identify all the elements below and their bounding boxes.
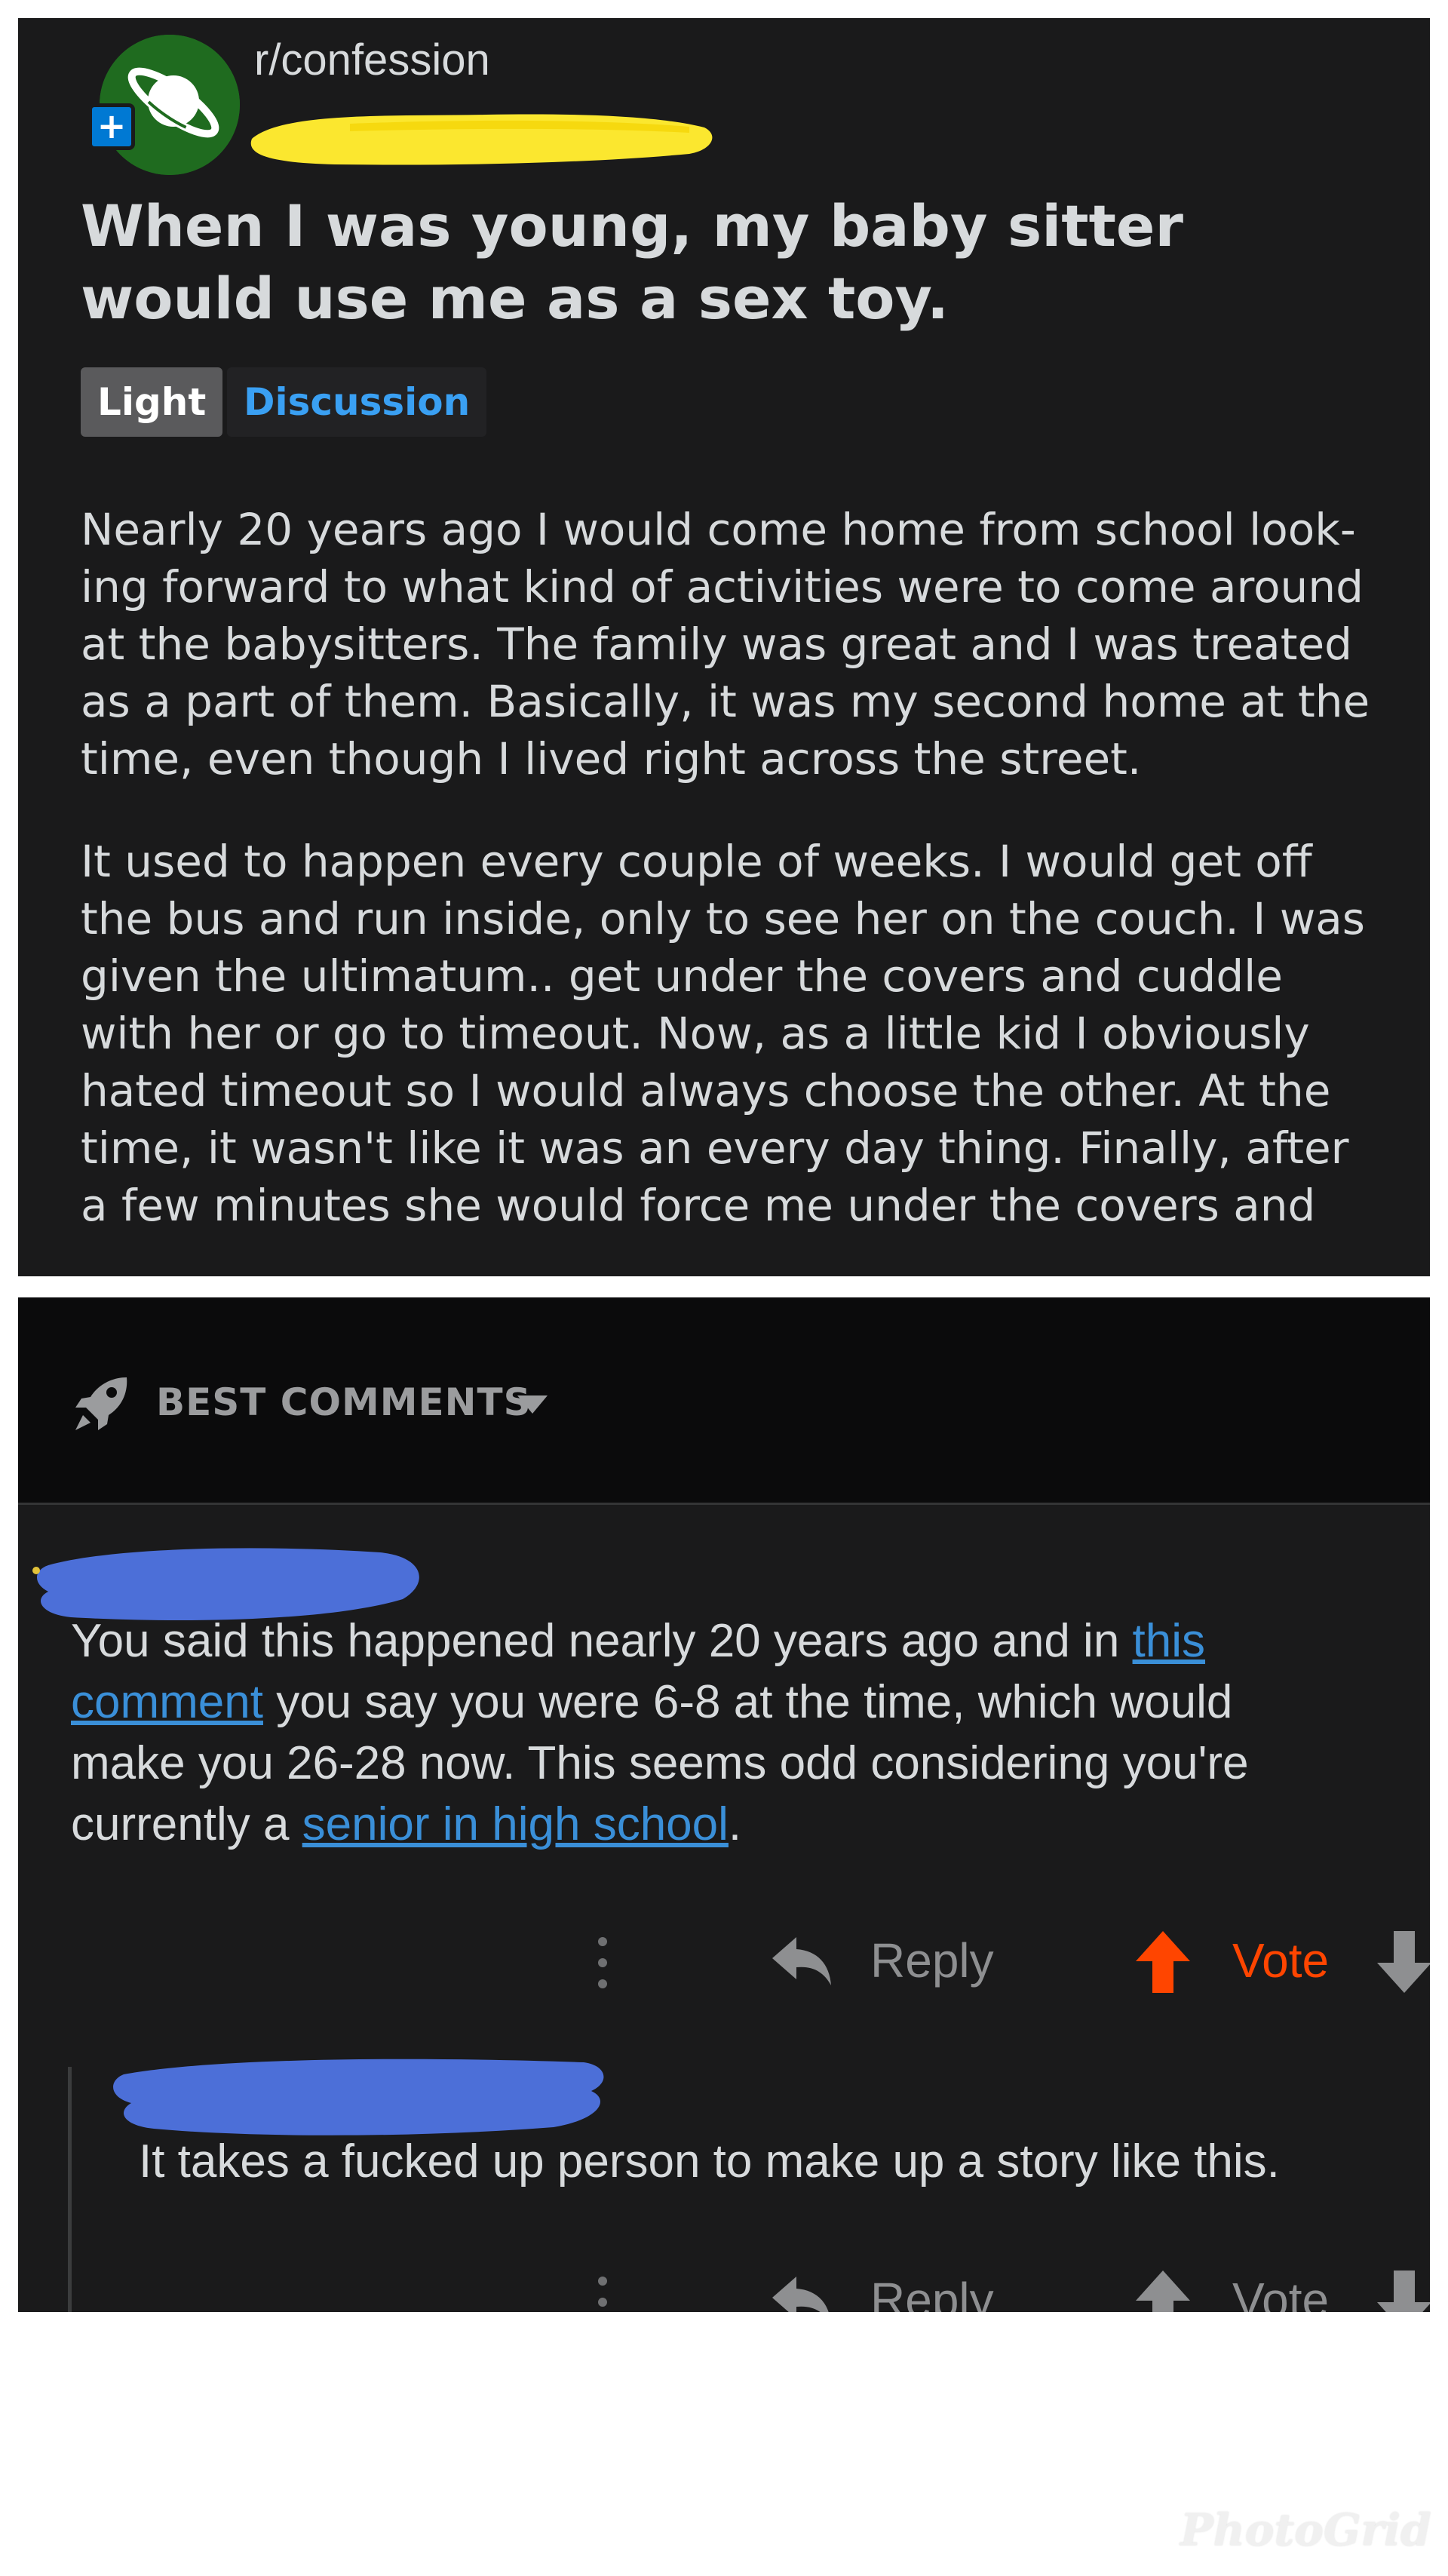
post-panel: + r/confession When I was young, my baby… — [18, 18, 1430, 1276]
comment-link-this-comment[interactable]: this — [1133, 1615, 1205, 1667]
post-body: Nearly 20 years ago I would come home fr… — [81, 501, 1408, 1276]
comment-link-this-comment[interactable]: comment — [71, 1676, 263, 1728]
downvote-arrow-icon[interactable] — [1376, 1930, 1430, 1994]
comment-text: You said this happened nearly 20 years a… — [71, 1615, 1133, 1667]
post-title[interactable]: When I was young, my baby sitter would u… — [81, 190, 1363, 335]
text-line: It used to happen every couple of weeks.… — [81, 836, 1312, 887]
comment-body: You said this happened nearly 20 years a… — [71, 1610, 1413, 1855]
text-line: You said this happened nearly 20 years a… — [71, 1610, 1413, 1672]
comment-text: . — [728, 1798, 742, 1850]
reply-arrow-icon[interactable] — [771, 2274, 833, 2312]
upvote-arrow-icon[interactable] — [1134, 2269, 1192, 2312]
flair-discussion[interactable]: Discussion — [227, 367, 487, 437]
text-line: the bus and run inside, only to see her … — [81, 893, 1366, 944]
username-redaction — [250, 114, 713, 165]
upvote-arrow-icon[interactable] — [1134, 1930, 1192, 1994]
text-line: comment you say you were 6-8 at the time… — [71, 1672, 1413, 1733]
comment-actions: Reply Vote — [18, 1924, 1430, 1999]
text-line: at the babysitters. The family was great… — [81, 619, 1352, 670]
rocket-icon — [75, 1377, 127, 1430]
text-line: with her or go to timeout. Now, as a lit… — [81, 1008, 1310, 1059]
vote-count: Vote — [1232, 1933, 1330, 1988]
text-line: time, even though I lived right across t… — [81, 733, 1142, 784]
reply-button[interactable]: Reply — [870, 2272, 994, 2312]
subreddit-name[interactable]: r/confession — [254, 35, 490, 85]
more-vertical-icon[interactable] — [591, 2272, 614, 2312]
flair-light[interactable]: Light — [81, 367, 223, 437]
text-line: a few minutes she would force me under t… — [81, 1180, 1316, 1231]
comment-text: make you 26-28 now. This seems odd consi… — [71, 1737, 1249, 1789]
post-paragraph: Nearly 20 years ago I would come home fr… — [81, 501, 1408, 788]
reply-button[interactable]: Reply — [870, 1933, 994, 1988]
text-line: as a part of them. Basically, it was my … — [81, 676, 1370, 727]
downvote-arrow-icon[interactable] — [1376, 2269, 1430, 2312]
reply-arrow-icon[interactable] — [771, 1934, 833, 1988]
reply-actions: Reply Vote — [18, 2263, 1430, 2312]
comment-text: you say you were 6-8 at the time, which … — [262, 1676, 1233, 1728]
photogrid-watermark: PhotoGrid — [1180, 2504, 1431, 2556]
plus-icon[interactable]: + — [88, 103, 135, 150]
text-line: given the ultimatum.. get under the cove… — [81, 950, 1283, 1002]
comment-link-senior-in-high-school[interactable]: senior in high school — [302, 1798, 729, 1850]
comment-text: currently a — [71, 1798, 302, 1850]
text-line: hated timeout so I would always choose t… — [81, 1065, 1331, 1116]
more-vertical-icon[interactable] — [591, 1933, 614, 1993]
comments-panel: BEST COMMENTS You said this happened nea… — [18, 1297, 1430, 2312]
reply-body: It takes a fucked up person to make up a… — [139, 2135, 1280, 2188]
sort-label[interactable]: BEST COMMENTS — [156, 1380, 532, 1424]
vote-count: Vote — [1232, 2273, 1330, 2312]
comments-sort-bar[interactable]: BEST COMMENTS — [18, 1297, 1430, 1505]
caret-down-icon[interactable] — [516, 1394, 549, 1415]
post-paragraph: It used to happen every couple of weeks.… — [81, 833, 1408, 1234]
text-line: Nearly 20 years ago I would come home fr… — [81, 504, 1356, 555]
text-line: time, it wasn't like it was an every day… — [81, 1122, 1349, 1174]
text-line: ing forward to what kind of activities w… — [81, 561, 1364, 613]
text-line: currently a senior in high school. — [71, 1794, 1413, 1855]
reply-author-redaction — [113, 2059, 604, 2135]
